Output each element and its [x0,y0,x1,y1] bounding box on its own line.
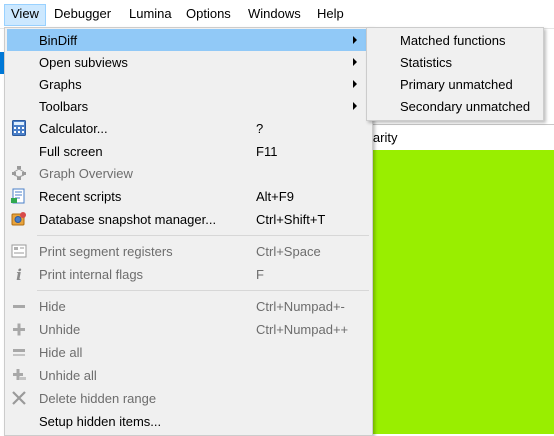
menu-item-label: Unhide all [39,368,97,383]
submenu-arrow-icon [353,80,357,88]
menu-item-label: Database snapshot manager... [39,212,217,227]
menu-item-label: Graph Overview [39,166,133,181]
menu-item-shortcut: F11 [256,144,278,159]
menu-item-shortcut: Ctrl+Space [256,244,321,259]
minus-icon [11,298,27,314]
menu-item-label: Hide [39,299,66,314]
submenu-item-matched-functions[interactable]: Matched functions [400,33,506,48]
menu-item-label: Print segment registers [39,244,173,259]
background-column-label: larity [370,130,398,145]
menu-item-graph-overview[interactable]: Graph Overview [7,162,370,184]
menu-debugger[interactable]: Debugger [48,4,117,24]
menu-item-shortcut: Ctrl+Shift+T [256,212,326,227]
menu-item-label: Setup hidden items... [39,414,162,429]
submenu-arrow-icon [353,102,357,110]
menu-item-unhide[interactable]: Unhide Ctrl+Numpad++ [7,318,370,340]
menu-item-graphs[interactable]: Graphs [7,73,370,95]
minus-icon [11,344,27,360]
menu-item-label: BinDiff [39,33,78,48]
menu-item-toolbars[interactable]: Toolbars [7,95,370,117]
menu-bar: View Debugger Lumina Options Windows Hel… [0,0,554,29]
recent-scripts-icon [11,188,27,204]
menu-item-bindiff[interactable]: BinDiff [7,29,370,51]
snapshot-manager-icon [11,211,27,227]
menu-lumina[interactable]: Lumina [123,4,178,24]
menu-item-label: Graphs [39,77,82,92]
submenu-arrow-icon [353,36,357,44]
menu-help[interactable]: Help [311,4,350,24]
menu-item-label: Full screen [39,144,103,159]
menu-item-setup-hidden-items[interactable]: Setup hidden items... [7,410,370,432]
menu-separator [37,235,369,236]
menu-windows[interactable]: Windows [242,4,307,24]
menu-view[interactable]: View [4,4,46,26]
plus-icon [11,321,27,337]
menu-item-label: Delete hidden range [39,391,157,406]
menu-item-open-subviews[interactable]: Open subviews [7,51,370,73]
background-green-panel [366,150,554,434]
submenu-item-primary-unmatched[interactable]: Primary unmatched [400,77,513,92]
menu-item-print-segment-registers[interactable]: Print segment registers Ctrl+Space [7,240,370,262]
menu-item-unhide-all[interactable]: Unhide all [7,364,370,386]
menu-item-label: Toolbars [39,99,89,114]
menu-separator [37,290,369,291]
plus-icon [11,367,27,383]
menu-item-print-internal-flags[interactable]: i Print internal flags F [7,263,370,285]
menu-item-shortcut: F [256,267,264,282]
menu-item-recent-scripts[interactable]: Recent scripts Alt+F9 [7,185,370,207]
menu-item-shortcut: ? [256,121,264,136]
background-panel-header: larity [366,124,554,152]
menu-item-delete-hidden-range[interactable]: Delete hidden range [7,387,370,409]
close-icon [11,390,27,406]
submenu-item-secondary-unmatched[interactable]: Secondary unmatched [400,99,530,114]
menu-item-shortcut: Alt+F9 [256,189,294,204]
menu-item-label: Calculator... [39,121,108,136]
menu-item-full-screen[interactable]: Full screen F11 [7,140,370,162]
menu-item-shortcut: Ctrl+Numpad+- [256,299,345,314]
menu-item-label: Recent scripts [39,189,122,204]
menu-item-label: Print internal flags [39,267,144,282]
info-icon: i [11,266,27,282]
menu-item-shortcut: Ctrl+Numpad++ [256,322,349,337]
menu-item-hide[interactable]: Hide Ctrl+Numpad+- [7,295,370,317]
menu-item-label: Hide all [39,345,83,360]
menu-item-hide-all[interactable]: Hide all [7,341,370,363]
menu-item-label: Unhide [39,322,81,337]
menu-item-database-snapshot-manager[interactable]: Database snapshot manager... Ctrl+Shift+… [7,208,370,230]
view-menu-dropdown: BinDiff Open subviews Graphs Toolbars Ca… [4,27,373,436]
svg-text:i: i [16,266,22,282]
bindiff-submenu: Matched functions Statistics Primary unm… [366,27,544,121]
menu-item-calculator[interactable]: Calculator... ? [7,117,370,139]
menu-item-label: Open subviews [39,55,128,70]
graph-overview-icon [11,165,27,181]
submenu-arrow-icon [353,58,357,66]
submenu-item-statistics[interactable]: Statistics [400,55,452,70]
segment-registers-icon [11,243,27,259]
calculator-icon [11,120,27,136]
menu-options[interactable]: Options [180,4,237,24]
